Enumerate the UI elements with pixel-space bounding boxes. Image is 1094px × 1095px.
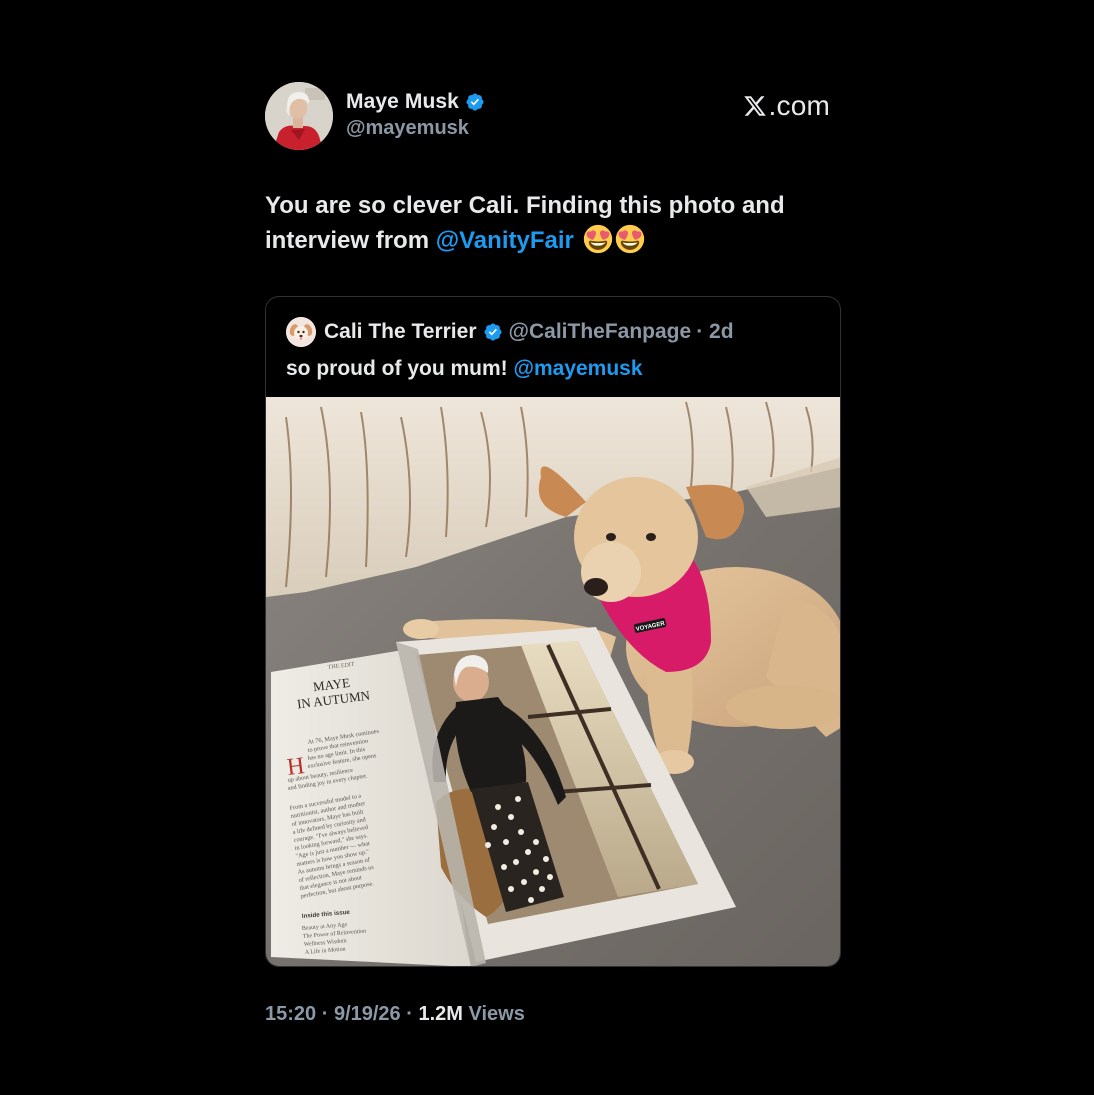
x-logo-icon: [743, 96, 766, 116]
verified-badge-icon: [466, 93, 484, 111]
quoted-author-name[interactable]: Cali The Terrier: [324, 320, 477, 344]
quoted-tweet-body: so proud of you mum!: [286, 357, 514, 380]
tweet-header: Maye Musk @mayemusk .com: [265, 82, 841, 152]
quoted-tweet-age: · 2d: [696, 320, 734, 343]
tweet-card: Maye Musk @mayemusk .com You are so clev…: [265, 82, 841, 1026]
views-count: 1.2M: [418, 1003, 463, 1025]
quoted-author-handle[interactable]: @CaliTheFanpage: [509, 320, 692, 344]
separator-dot: ·: [406, 1003, 413, 1025]
views-label: Views: [468, 1003, 525, 1025]
author-name[interactable]: Maye Musk: [346, 90, 459, 114]
quoted-tweet-photo[interactable]: VOYAGER THE EDIT MAYE IN AUTUMN H At 76,…: [266, 397, 841, 966]
heart-eyes-emoji-icon: [583, 224, 612, 254]
separator-dot: ·: [321, 1003, 329, 1025]
author-info: Maye Musk @mayemusk: [346, 90, 485, 140]
tweet-text: You are so clever Cali. Finding this pho…: [265, 188, 841, 258]
quoted-author-avatar[interactable]: [286, 317, 316, 347]
heart-eyes-emoji-icon: [615, 224, 644, 254]
author-handle[interactable]: @mayemusk: [346, 117, 485, 140]
quoted-tweet-header: Cali The Terrier @CaliTheFanpage · 2d: [266, 297, 840, 347]
tweet-footer: 15:20 · 9/19/26 · 1.2M Views: [265, 1003, 841, 1026]
brand-domain: .com: [768, 90, 830, 121]
author-avatar[interactable]: [265, 82, 333, 150]
tweet-date[interactable]: 9/19/26: [334, 1003, 401, 1025]
quoted-tweet[interactable]: Cali The Terrier @CaliTheFanpage · 2d so…: [265, 296, 841, 967]
mention-link[interactable]: @VanityFair: [436, 227, 574, 254]
tweet-time[interactable]: 15:20: [265, 1003, 316, 1025]
mention-link[interactable]: @mayemusk: [513, 357, 642, 380]
quoted-tweet-text: so proud of you mum! @mayemusk: [266, 347, 840, 397]
verified-badge-icon: [483, 323, 502, 341]
x-logo: .com: [742, 90, 830, 122]
